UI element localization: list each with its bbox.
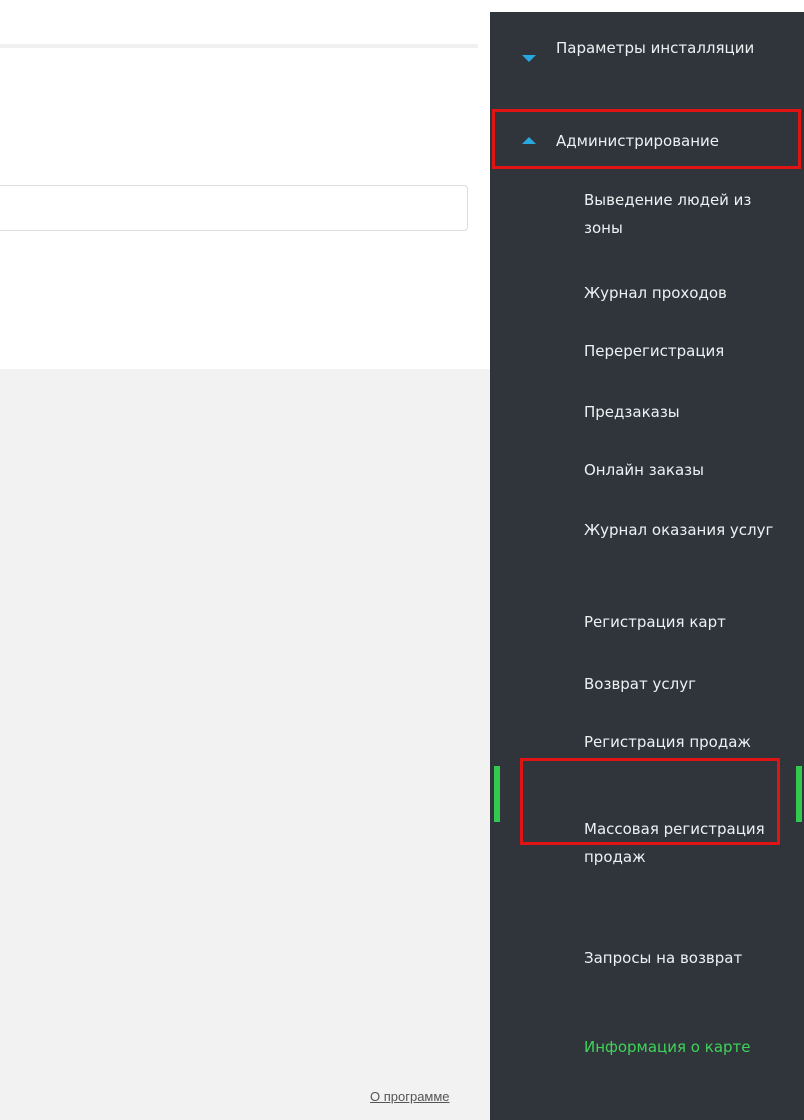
search-input[interactable]: [0, 185, 468, 231]
sidebar-item-online-orders[interactable]: Онлайн заказы: [584, 456, 780, 484]
sidebar-item-pass-log[interactable]: Журнал проходов: [584, 279, 780, 307]
sidebar-item-service-log[interactable]: Журнал оказания услуг: [584, 516, 780, 544]
triangle-down-icon: [522, 55, 536, 62]
sidebar-item-reregistration[interactable]: Перерегистрация: [584, 337, 780, 365]
content-panel-lower: [0, 722, 490, 1120]
sidebar-item-evacuation[interactable]: Выведение людей из зоны: [584, 186, 780, 242]
sidebar-item-install-params[interactable]: Параметры инсталляции: [490, 34, 800, 62]
sidebar-item-sales-registration[interactable]: Регистрация продаж: [584, 728, 780, 756]
about-link[interactable]: О программе: [370, 1089, 450, 1104]
content-panel: [0, 369, 490, 722]
sidebar-item-refund-requests[interactable]: Запросы на возврат: [584, 944, 780, 972]
sidebar-item-bulk-sales-registration[interactable]: Массовая регистрация продаж: [584, 815, 780, 871]
sidebar-item-card-info[interactable]: Информация о карте: [584, 1033, 780, 1061]
active-indicator-left: [494, 766, 500, 822]
sidebar-item-administration[interactable]: Администрирование: [490, 127, 800, 155]
active-indicator-right: [796, 766, 802, 822]
top-divider: [0, 44, 478, 48]
main-area: О программе: [0, 0, 490, 1120]
triangle-up-icon: [522, 137, 536, 144]
sidebar-item-card-registration[interactable]: Регистрация карт: [584, 608, 780, 636]
sidebar-item-label: Параметры инсталляции: [556, 39, 755, 57]
sidebar: Параметры инсталляции Администрирование …: [490, 12, 804, 1120]
sidebar-item-preorders[interactable]: Предзаказы: [584, 398, 780, 426]
sidebar-item-label: Администрирование: [556, 132, 720, 150]
sidebar-item-service-refund[interactable]: Возврат услуг: [584, 670, 780, 698]
